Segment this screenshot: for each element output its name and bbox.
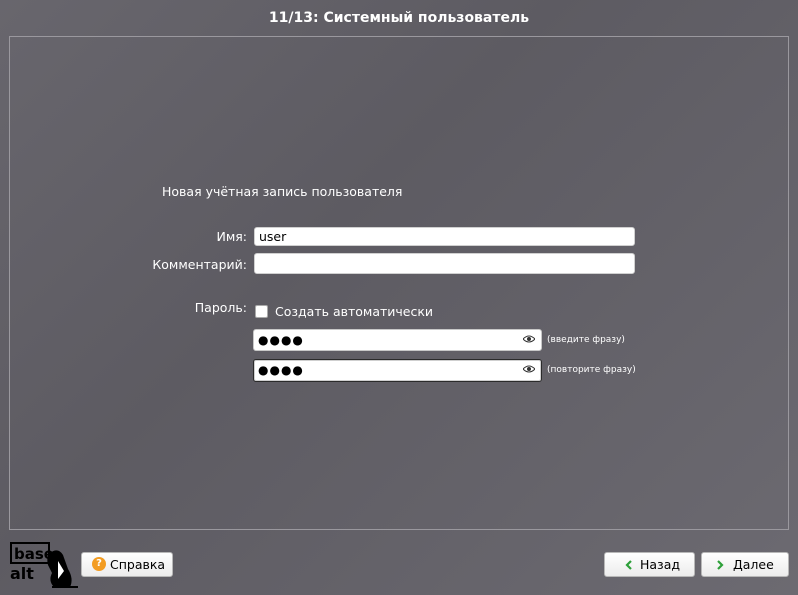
auto-password-label[interactable]: Создать автоматически [275, 304, 433, 319]
auto-password-checkbox[interactable] [255, 305, 268, 318]
password-repeat-hint: (повторите фразу) [547, 365, 636, 375]
password-repeat-value: ●●●● [258, 363, 304, 377]
logo-text-bottom: alt [10, 564, 34, 583]
content-panel [9, 36, 789, 530]
help-button[interactable]: ? Справка [81, 552, 173, 577]
comment-input[interactable] [254, 253, 635, 274]
password-input[interactable]: ●●●● [253, 329, 542, 351]
name-value: user [259, 229, 287, 244]
back-button[interactable]: Назад [604, 552, 695, 577]
password-repeat-input[interactable]: ●●●● [253, 359, 542, 382]
name-input[interactable]: user [254, 227, 635, 246]
help-icon: ? [92, 557, 106, 571]
password-value: ●●●● [258, 333, 304, 347]
name-label: Имя: [216, 229, 247, 244]
window-title: 11/13: Системный пользователь [268, 10, 530, 26]
chevron-right-icon [717, 560, 724, 570]
eye-icon[interactable] [523, 335, 535, 343]
next-label: Далее [733, 557, 774, 572]
next-button[interactable]: Далее [701, 552, 789, 577]
chevron-left-icon [625, 560, 632, 570]
eye-icon[interactable] [523, 365, 535, 373]
password-label: Пароль: [194, 300, 247, 315]
form-heading: Новая учётная запись пользователя [162, 184, 403, 199]
back-label: Назад [640, 557, 681, 572]
basealt-logo: base alt [10, 542, 78, 588]
help-label: Справка [110, 557, 166, 572]
password-hint: (введите фразу) [547, 335, 625, 345]
comment-label: Комментарий: [152, 257, 247, 272]
